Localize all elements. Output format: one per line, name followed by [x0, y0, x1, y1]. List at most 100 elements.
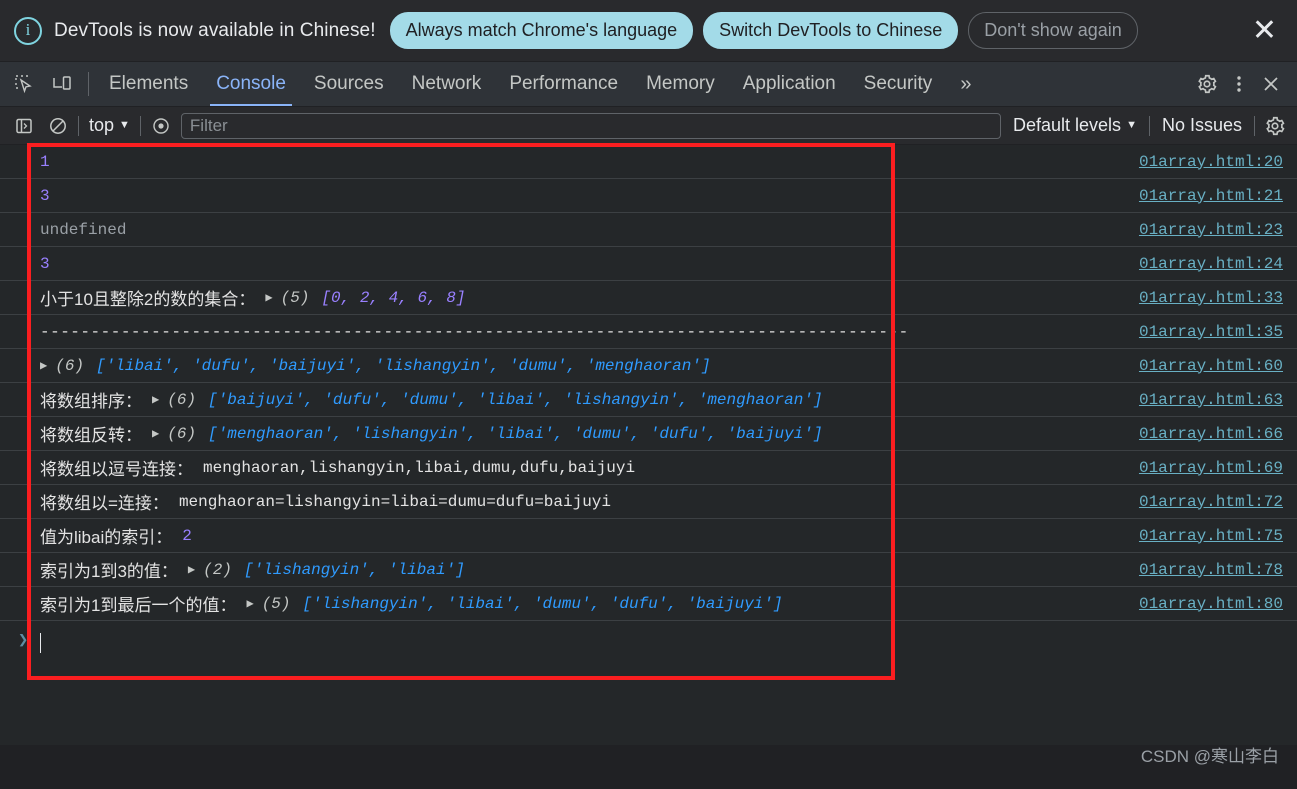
console-message-row: 将数组排序： ▶ (6) ['baijuyi', 'dufu', 'dumu', 'l…: [0, 383, 1297, 417]
console-message-value: 1: [40, 152, 50, 171]
expand-triangle-icon[interactable]: ▶: [152, 426, 159, 441]
execution-context-label: top: [89, 115, 115, 135]
array-preview: [0, 2, 4, 6, 8]: [321, 288, 466, 307]
console-message-content: 3: [40, 255, 1283, 273]
array-preview: ['baijuyi', 'dufu', 'dumu', 'libai', 'li…: [208, 390, 823, 409]
console-message-row: 将数组反转： ▶ (6) ['menghaoran', 'lishangyin', '…: [0, 417, 1297, 451]
more-tabs-icon[interactable]: »: [946, 62, 985, 106]
array-length: (6): [167, 390, 197, 409]
source-location-link[interactable]: 01array.html:24: [1139, 255, 1283, 273]
page-background-bottom: [0, 749, 1297, 789]
console-message-row: 将数组以=连接： menghaoran=lishangyin=libai=dumu…: [0, 485, 1297, 519]
issues-counter[interactable]: No Issues: [1156, 115, 1248, 136]
expand-triangle-icon[interactable]: ▶: [152, 392, 159, 407]
source-location-link[interactable]: 01array.html:80: [1139, 595, 1283, 613]
expand-triangle-icon[interactable]: ▶: [265, 290, 272, 305]
console-message-row: 值为libai的索引： 2 01array.html:75: [0, 519, 1297, 553]
execution-context-selector[interactable]: top ▼: [85, 115, 134, 136]
expand-triangle-icon[interactable]: ▶: [40, 358, 47, 373]
console-message-label: 将数组反转：: [40, 426, 142, 445]
console-settings-gear-icon[interactable]: [1261, 112, 1289, 140]
console-message-value: menghaoran,lishangyin,libai,dumu,dufu,ba…: [203, 458, 636, 477]
toolbar-divider-2: [139, 115, 141, 136]
console-message-value: 3: [40, 186, 50, 205]
source-location-link[interactable]: 01array.html:63: [1139, 391, 1283, 409]
tab-application[interactable]: Application: [729, 62, 850, 106]
more-vertical-icon[interactable]: [1225, 70, 1253, 98]
tab-console[interactable]: Console: [202, 62, 300, 106]
tab-sources[interactable]: Sources: [300, 62, 398, 106]
device-toolbar-icon[interactable]: [48, 70, 76, 98]
inspect-element-icon[interactable]: [10, 70, 38, 98]
tab-network[interactable]: Network: [398, 62, 496, 106]
expand-triangle-icon[interactable]: ▶: [246, 596, 253, 611]
clear-console-icon[interactable]: [44, 112, 72, 140]
console-message-row: 1 01array.html:20: [0, 145, 1297, 179]
prompt-text-cursor: [40, 633, 42, 653]
tab-elements[interactable]: Elements: [95, 62, 202, 106]
source-location-link[interactable]: 01array.html:78: [1139, 561, 1283, 579]
array-preview: ['lishangyin', 'libai', 'dumu', 'dufu', …: [302, 594, 783, 613]
source-location-link[interactable]: 01array.html:20: [1139, 153, 1283, 171]
chevron-down-icon: ▼: [1126, 119, 1137, 131]
tab-security[interactable]: Security: [850, 62, 947, 106]
source-location-link[interactable]: 01array.html:69: [1139, 459, 1283, 477]
console-message-content: 小于10且整除2的数的集合： ▶ (5) [0, 2, 4, 6, 8]: [40, 285, 1283, 310]
switch-devtools-to-chinese-button[interactable]: Switch DevTools to Chinese: [703, 12, 959, 49]
console-message-label: 小于10且整除2的数的集合：: [40, 290, 256, 309]
filter-input[interactable]: [180, 112, 1001, 139]
source-location-link[interactable]: 01array.html:21: [1139, 187, 1283, 205]
tab-performance[interactable]: Performance: [495, 62, 632, 106]
console-message-row: 索引为1到3的值： ▶ (2) ['lishangyin', 'libai'] 01ar…: [0, 553, 1297, 587]
tab-memory[interactable]: Memory: [632, 62, 729, 106]
console-message-content: 3: [40, 187, 1283, 205]
expand-triangle-icon[interactable]: ▶: [188, 562, 195, 577]
console-message-content: 将数组排序： ▶ (6) ['baijuyi', 'dufu', 'dumu', 'l…: [40, 387, 1283, 412]
console-message-content: 1: [40, 153, 1283, 171]
console-prompt[interactable]: ❯: [0, 621, 1297, 681]
settings-gear-icon[interactable]: [1193, 70, 1221, 98]
source-location-link[interactable]: 01array.html:33: [1139, 289, 1283, 307]
source-location-link[interactable]: 01array.html:75: [1139, 527, 1283, 545]
source-location-link[interactable]: 01array.html:66: [1139, 425, 1283, 443]
console-sidebar-icon[interactable]: [10, 112, 38, 140]
log-levels-dropdown[interactable]: Default levels ▼: [1007, 115, 1143, 136]
array-length: (6): [55, 356, 85, 375]
console-message-row: 3 01array.html:24: [0, 247, 1297, 281]
console-message-content: ----------------------------------------…: [40, 323, 1283, 341]
close-devtools-icon[interactable]: [1257, 70, 1285, 98]
tabstrip-divider: [88, 72, 89, 96]
eye-icon[interactable]: [147, 112, 175, 140]
dont-show-again-button[interactable]: Don't show again: [968, 12, 1138, 49]
chinese-language-banner: i DevTools is now available in Chinese! …: [0, 0, 1297, 62]
console-message-row: 索引为1到最后一个的值： ▶ (5) ['lishangyin', 'libai', …: [0, 587, 1297, 621]
devtools-tabs: Elements Console Sources Network Perform…: [95, 62, 946, 106]
chevron-down-icon: ▼: [119, 119, 130, 131]
source-location-link[interactable]: 01array.html:72: [1139, 493, 1283, 511]
banner-message: DevTools is now available in Chinese!: [54, 19, 376, 41]
console-message-label: 将数组排序：: [40, 392, 142, 411]
array-preview: ['libai', 'dufu', 'baijuyi', 'lishangyin…: [96, 356, 711, 375]
console-toolbar: top ▼ Default levels ▼ No Issues: [0, 107, 1297, 145]
info-circle-icon: i: [14, 16, 42, 45]
toolbar-divider-1: [78, 115, 79, 136]
console-message-content: 将数组以=连接： menghaoran=lishangyin=libai=dumu…: [40, 489, 1283, 514]
console-message-label: 将数组以=连接：: [40, 494, 169, 513]
source-location-link[interactable]: 01array.html:35: [1139, 323, 1283, 341]
console-message-content: 将数组以逗号连接： menghaoran,lishangyin,libai,dum…: [40, 455, 1283, 480]
array-length: (6): [167, 424, 197, 443]
tabstrip-right-icons: [1172, 62, 1297, 106]
console-message-content: ▶ (6) ['libai', 'dufu', 'baijuyi', 'lishan…: [40, 357, 1283, 375]
toolbar-divider-3: [1148, 115, 1150, 136]
prompt-caret-icon: ❯: [18, 632, 29, 651]
console-message-label: 值为libai的索引：: [40, 528, 173, 547]
source-location-link[interactable]: 01array.html:60: [1139, 357, 1283, 375]
source-location-link[interactable]: 01array.html:23: [1139, 221, 1283, 239]
close-banner-icon[interactable]: ✕: [1246, 15, 1283, 46]
console-message-label: 索引为1到3的值：: [40, 562, 178, 581]
console-message-row: ----------------------------------------…: [0, 315, 1297, 349]
array-preview: ['lishangyin', 'libai']: [243, 560, 465, 579]
console-message-row: 小于10且整除2的数的集合： ▶ (5) [0, 2, 4, 6, 8] 01array…: [0, 281, 1297, 315]
console-message-value: undefined: [40, 220, 127, 239]
always-match-chrome-language-button[interactable]: Always match Chrome's language: [389, 12, 694, 49]
